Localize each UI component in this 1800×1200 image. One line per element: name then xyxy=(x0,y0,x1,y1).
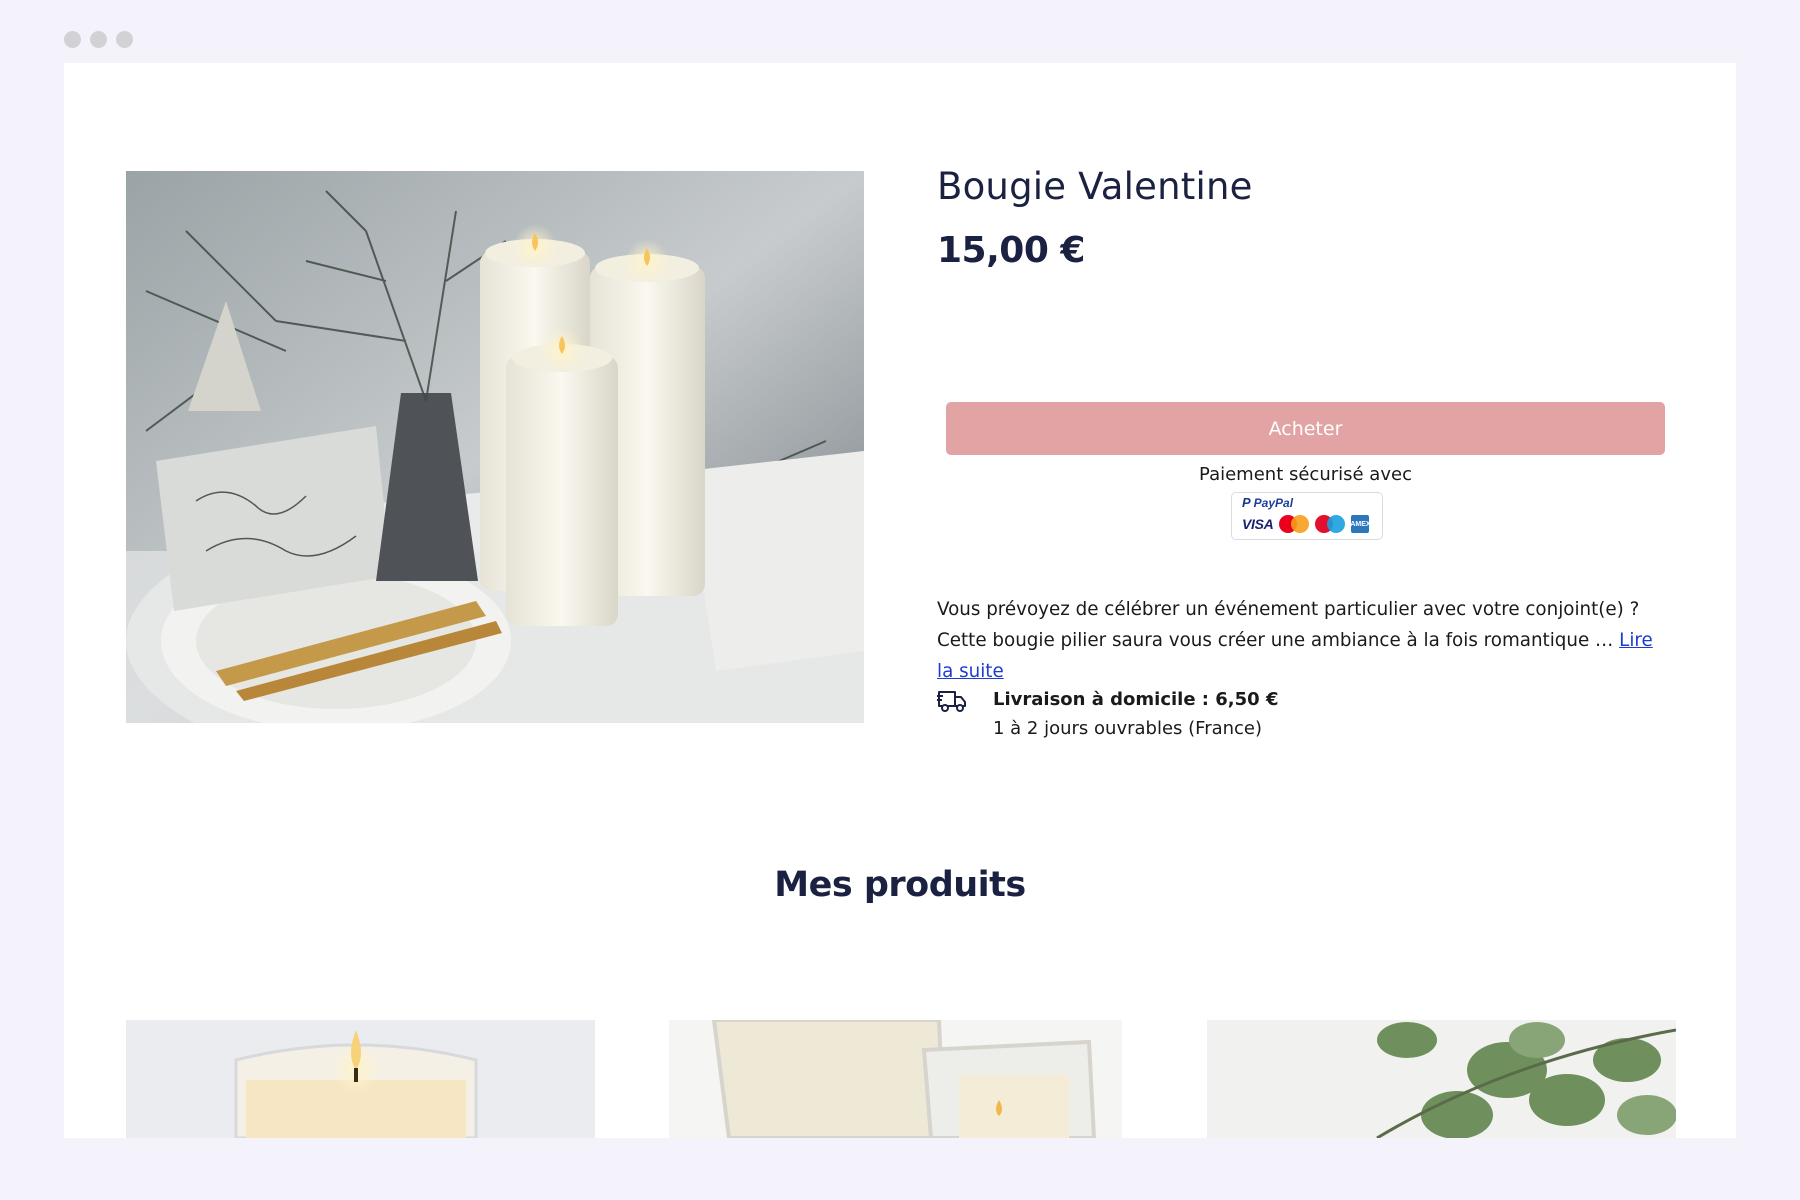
candles-photo xyxy=(126,171,864,723)
buy-button[interactable]: Acheter xyxy=(946,402,1665,455)
delivery-title: Livraison à domicile : 6,50 € xyxy=(993,689,1279,710)
product-card-3[interactable] xyxy=(1207,1020,1676,1138)
window-maximize-dot[interactable] xyxy=(116,31,133,48)
square-candles-photo xyxy=(669,1020,1122,1138)
products-section-title: Mes produits xyxy=(774,865,1026,905)
payment-methods-badge: P PayPal VISA AMEX xyxy=(1231,492,1383,540)
product-card-1[interactable] xyxy=(126,1020,595,1138)
product-description: Vous prévoyez de célébrer un événement p… xyxy=(937,594,1657,687)
maestro-icon xyxy=(1315,515,1346,533)
product-price: 15,00 € xyxy=(937,230,1085,271)
truck-icon xyxy=(937,691,966,712)
window-minimize-dot[interactable] xyxy=(90,31,107,48)
visa-icon: VISA xyxy=(1242,516,1274,532)
amex-icon: AMEX xyxy=(1350,515,1371,533)
product-title: Bougie Valentine xyxy=(937,165,1253,208)
product-info: Bougie Valentine 15,00 € Acheter Paiemen… xyxy=(937,165,1677,739)
candle-jar-photo xyxy=(126,1020,595,1138)
secure-payment-label: Paiement sécurisé avec xyxy=(1199,464,1412,485)
delivery-subtitle: 1 à 2 jours ouvrables (France) xyxy=(993,718,1263,739)
product-card-2[interactable] xyxy=(669,1020,1122,1138)
mastercard-icon xyxy=(1279,515,1310,533)
browser-window: Bougie Valentine 15,00 € Acheter Paiemen… xyxy=(64,63,1736,1138)
paypal-icon: P PayPal xyxy=(1242,495,1294,510)
delivery-info: Livraison à domicile : 6,50 € 1 à 2 jour… xyxy=(937,685,1278,743)
eucalyptus-photo xyxy=(1207,1020,1676,1138)
paypal-label: PayPal xyxy=(1253,495,1294,510)
card-icons: VISA AMEX xyxy=(1242,515,1371,533)
description-text: Vous prévoyez de célébrer un événement p… xyxy=(937,599,1640,651)
window-controls xyxy=(64,31,133,48)
window-close-dot[interactable] xyxy=(64,31,81,48)
product-image[interactable] xyxy=(126,171,864,723)
